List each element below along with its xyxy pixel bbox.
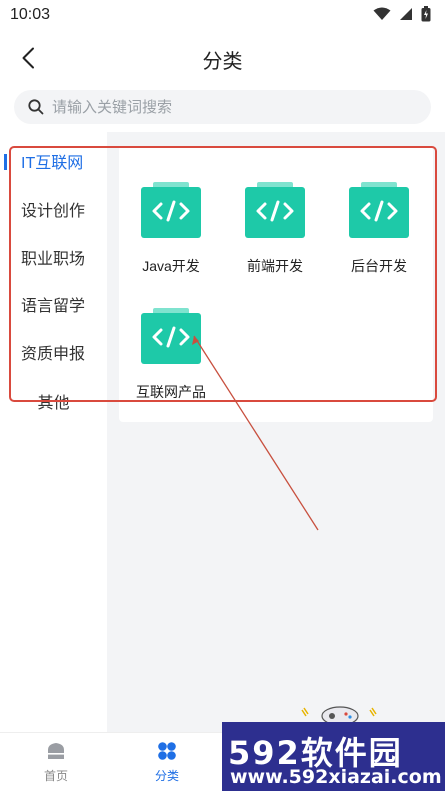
code-folder-icon <box>141 308 201 364</box>
tab-category[interactable]: 分类 <box>137 741 197 787</box>
tab-label: 分类 <box>154 769 179 783</box>
category-internet-product[interactable]: 互联网产品 <box>121 308 217 418</box>
category-label: Java开发 <box>142 258 200 274</box>
watermark-url: www.592xiazai.com <box>230 766 442 788</box>
search-input[interactable] <box>52 98 392 116</box>
watermark-banner: 592软件园 www.592xiazai.com <box>222 722 445 791</box>
search-bar[interactable] <box>14 90 431 124</box>
category-label: 后台开发 <box>351 258 407 274</box>
category-label: 互联网产品 <box>136 384 206 400</box>
tab-label: 首页 <box>43 769 68 783</box>
sidebar-item-certification[interactable]: 资质申报 <box>0 332 107 372</box>
code-folder-icon <box>349 182 409 238</box>
category-icon <box>158 742 176 760</box>
home-icon <box>48 743 64 759</box>
search-icon <box>28 99 44 115</box>
sidebar-item-career[interactable]: 职业职场 <box>0 237 107 277</box>
category-backend[interactable]: 后台开发 <box>329 182 425 292</box>
sidebar-item-other[interactable]: 其他 <box>0 381 107 421</box>
category-java[interactable]: Java开发 <box>121 182 217 292</box>
header: 分类 <box>0 36 445 78</box>
sidebar-item-it[interactable]: IT互联网 <box>0 141 107 181</box>
status-bar: 10:03 <box>0 0 445 30</box>
status-time: 10:03 <box>10 6 51 23</box>
battery-icon <box>421 6 431 22</box>
category-label: 前端开发 <box>247 258 303 274</box>
status-icons <box>373 6 431 22</box>
page-title: 分类 <box>202 51 243 73</box>
sidebar-item-design[interactable]: 设计创作 <box>0 189 107 229</box>
sidebar-item-language[interactable]: 语言留学 <box>0 284 107 324</box>
wifi-icon <box>373 7 391 20</box>
tab-home[interactable]: 首页 <box>26 741 86 787</box>
signal-icon <box>400 8 412 20</box>
code-folder-icon <box>245 182 305 238</box>
code-folder-icon <box>141 182 201 238</box>
category-frontend[interactable]: 前端开发 <box>225 182 321 292</box>
